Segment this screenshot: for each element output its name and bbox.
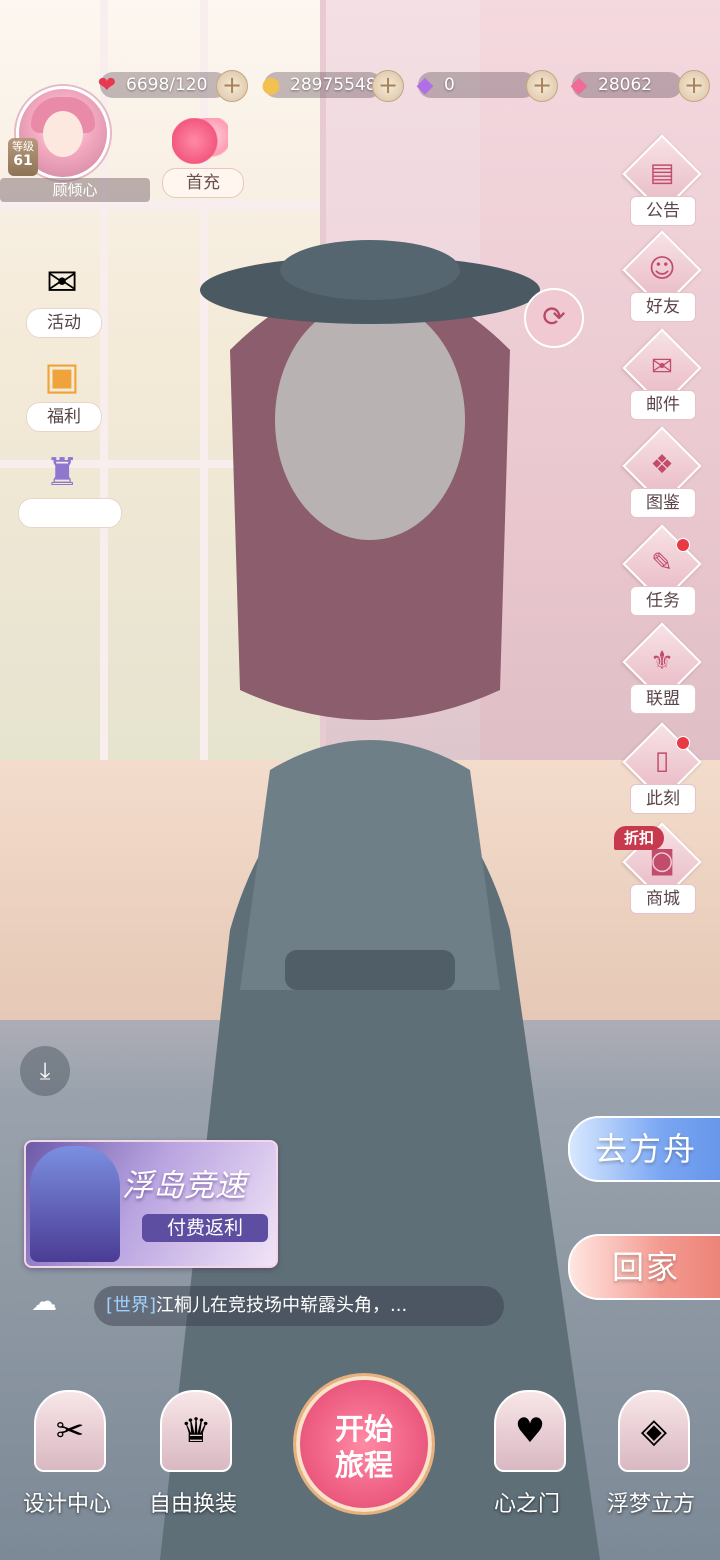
collection-label: 图鉴 (630, 488, 696, 518)
purple-diamond-counter: ◆ 0 + (410, 66, 560, 104)
event-subtitle: 付费返利 (142, 1214, 268, 1242)
level-label: 等级 (12, 140, 34, 153)
moment-button[interactable]: ▯ 此刻 (622, 722, 702, 814)
stamina-counter: ❤ 6698/120 + (92, 66, 248, 104)
purple-diamond-value: 0 (444, 75, 455, 95)
shop-label: 商城 (630, 884, 696, 914)
wardrobe-icon: ♛ (160, 1390, 232, 1472)
task-label: 任务 (630, 586, 696, 616)
go-home-button[interactable]: 回家 (568, 1234, 720, 1300)
activity-label: 活动 (26, 308, 102, 338)
castle-icon: ♜ (44, 450, 80, 494)
alliance-label: 联盟 (630, 684, 696, 714)
moment-badge (676, 736, 690, 750)
castle-button[interactable]: ♜ (18, 442, 122, 532)
add-stamina-button[interactable]: + (216, 70, 248, 102)
event-character-image (30, 1146, 120, 1262)
moment-label: 此刻 (630, 784, 696, 814)
friends-icon: ☺ (648, 254, 676, 284)
free-dressup-button[interactable]: ♛ 自由换装 (128, 1390, 258, 1540)
dream-cube-button[interactable]: ◈ 浮梦立方 (586, 1390, 716, 1540)
chat-message: 江桐儿在竞技场中崭露头角，... (156, 1295, 408, 1316)
design-center-label: 设计中心 (22, 1492, 111, 1517)
mail-button[interactable]: ✉ 邮件 (622, 328, 702, 420)
task-badge (676, 538, 690, 552)
flower-icon (172, 118, 228, 164)
pink-diamond-counter: ◆ 28062 + (564, 66, 714, 104)
coin-value: 28975548 (290, 75, 377, 95)
coin-counter: ● 28975548 + (256, 66, 406, 104)
collection-button[interactable]: ❖ 图鉴 (622, 426, 702, 518)
chat-bar[interactable]: [世界]江桐儿在竞技场中崭露头角，... (94, 1286, 504, 1326)
first-charge-label: 首充 (162, 168, 244, 198)
chat-channel: [世界] (106, 1295, 157, 1316)
purple-diamond-icon: ◆ (416, 72, 434, 98)
heart-icon: ❤ (97, 72, 117, 98)
activity-icon: ✉ (46, 260, 78, 304)
start-journey-button[interactable]: 开始 旅程 (296, 1376, 432, 1512)
alliance-icon: ⚜ (650, 646, 674, 676)
event-title: 浮岛竞速 (122, 1168, 246, 1204)
friends-label: 好友 (630, 292, 696, 322)
heart-door-icon: ♥ (494, 1390, 566, 1472)
stamina-value: 6698/120 (126, 75, 208, 95)
heart-door-button[interactable]: ♥ 心之门 (462, 1390, 592, 1540)
collection-icon: ❖ (650, 450, 674, 480)
task-button[interactable]: ✎ 任务 (622, 524, 702, 616)
character-model (160, 240, 600, 1560)
announcement-icon: ▤ (649, 158, 675, 188)
announcement-label: 公告 (630, 196, 696, 226)
add-coin-button[interactable]: + (372, 70, 404, 102)
chat-icon[interactable]: ☁ (26, 1284, 62, 1320)
pink-diamond-icon: ◆ (570, 72, 588, 98)
welfare-button[interactable]: ▣ 福利 (18, 346, 108, 436)
level-value: 61 (13, 153, 33, 169)
cube-icon: ◈ (618, 1390, 690, 1472)
mail-icon: ✉ (651, 352, 673, 382)
event-banner[interactable]: 浮岛竞速 付费返利 (24, 1140, 278, 1268)
gift-box-icon: ▣ (44, 354, 80, 398)
download-icon[interactable]: ⤓ (20, 1046, 70, 1096)
level-badge: 等级 61 (8, 138, 38, 176)
go-ark-button[interactable]: 去方舟 (568, 1116, 720, 1182)
announcement-button[interactable]: ▤ 公告 (622, 134, 702, 226)
castle-label (18, 498, 122, 528)
resource-bar: ❤ 6698/120 + ● 28975548 + ◆ 0 + ◆ 28062 … (92, 66, 714, 104)
start-journey-line2: 旅程 (334, 1448, 393, 1482)
activity-button[interactable]: ✉ 活动 (18, 252, 108, 342)
free-dressup-label: 自由换装 (148, 1492, 237, 1517)
player-name: 顾倾心 (0, 178, 150, 202)
pink-diamond-value: 28062 (598, 75, 653, 95)
mail-label: 邮件 (630, 390, 696, 420)
sewing-machine-icon: ✂ (34, 1390, 106, 1472)
cat-coin-icon: ● (261, 72, 281, 98)
first-charge-button[interactable]: 首充 (158, 118, 248, 198)
alliance-button[interactable]: ⚜ 联盟 (622, 622, 702, 714)
dream-cube-label: 浮梦立方 (606, 1492, 695, 1517)
discount-tag: 折扣 (614, 826, 664, 850)
add-purple-diamond-button[interactable]: + (526, 70, 558, 102)
friends-button[interactable]: ☺ 好友 (622, 230, 702, 322)
rotate-view-icon[interactable]: ⟳ (524, 288, 584, 348)
welfare-label: 福利 (26, 402, 102, 432)
add-pink-diamond-button[interactable]: + (678, 70, 710, 102)
design-center-button[interactable]: ✂ 设计中心 (2, 1390, 132, 1540)
heart-door-label: 心之门 (493, 1492, 560, 1517)
